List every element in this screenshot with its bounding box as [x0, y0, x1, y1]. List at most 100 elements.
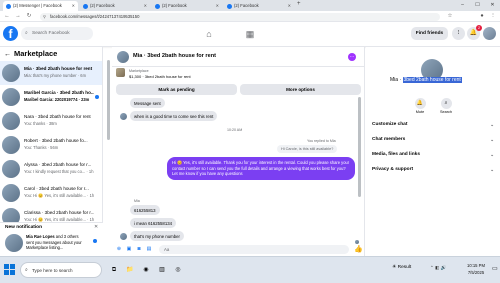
- close-icon[interactable]: ✕: [94, 224, 98, 230]
- plus-circle-icon[interactable]: ⊕: [116, 246, 122, 252]
- gif-icon[interactable]: ▤: [146, 246, 152, 252]
- notification-badge: 2: [476, 25, 482, 31]
- conversation-name: Maribel Garcia · 3bed 2bath ho...: [24, 90, 94, 95]
- close-tab-icon[interactable]: ✕: [72, 1, 75, 11]
- back-arrow-icon[interactable]: ←: [4, 51, 11, 58]
- conversation-item[interactable]: Mia · 3bed 2bath house for rent Mia: tha…: [0, 61, 102, 85]
- sender-avatar: [120, 113, 127, 120]
- sender-avatar: [5, 234, 23, 252]
- listing-thumbnail: [117, 51, 129, 63]
- conversation-item[interactable]: Nara · 3bed 2bath house for rent You: th…: [0, 109, 102, 133]
- find-friends-button[interactable]: Find friends: [411, 27, 448, 40]
- toast-message: Mia Rae Lopes and 3 others sent you mess…: [26, 234, 82, 250]
- minimize-icon[interactable]: –: [455, 0, 470, 11]
- back-arrow-icon[interactable]: ←: [3, 12, 11, 20]
- listing-thumbnail: [2, 160, 20, 178]
- mute-action[interactable]: 🔔 Mute: [408, 98, 432, 114]
- search-icon: ⌕: [440, 98, 452, 109]
- chat-title[interactable]: Mia · 3bed 2bath house for rent: [133, 53, 216, 59]
- conversation-preview: You: Hi 😊 Yes, it's still available... ·…: [24, 193, 94, 198]
- listing-source: Marketplace: [129, 69, 149, 73]
- privacy-support-section[interactable]: Privacy & support ⌄: [372, 163, 496, 177]
- conversation-name: Mia · 3bed 2bath house for rent: [24, 66, 93, 71]
- sidebar-scrollbar[interactable]: [107, 60, 110, 140]
- file-explorer-icon[interactable]: 📁: [124, 264, 136, 276]
- chat-members-section[interactable]: Chat members ⌄: [372, 133, 496, 147]
- menu-grid-icon[interactable]: ⁝: [452, 27, 465, 40]
- search-input[interactable]: ⌕ Search Facebook: [21, 27, 93, 40]
- conversation-preview: You: thanks · 38m: [24, 121, 57, 126]
- facebook-favicon-icon: [155, 3, 160, 9]
- maximize-icon[interactable]: ☐: [470, 0, 485, 11]
- listing-summary[interactable]: Marketplace $1,300 · 3bed 2bath house fo…: [112, 67, 365, 79]
- profile-icon[interactable]: ●: [478, 12, 486, 20]
- facebook-favicon-icon: [83, 3, 88, 9]
- windows-taskbar: ⌕ Type here to search ⧉ 📁 ◉ ▥ ◎ ☀ Result…: [0, 256, 500, 283]
- facebook-header: f ⌕ Search Facebook ⌂ ▦ Find friends ⁝ 🔔…: [0, 22, 500, 47]
- windows-start-icon[interactable]: [4, 264, 16, 276]
- task-view-icon[interactable]: ⧉: [108, 264, 120, 276]
- browser-tab[interactable]: (2) Facebook ✕: [80, 1, 150, 11]
- outgoing-message: Hi 😊 Yes, it's still available. Thank yo…: [167, 157, 355, 180]
- browser-tab[interactable]: (2) Facebook ✕: [152, 1, 222, 11]
- conversation-preview: You: Thanks · 56m: [24, 145, 59, 150]
- new-tab-icon[interactable]: +: [297, 1, 301, 7]
- marketplace-icon[interactable]: ▦: [241, 25, 259, 43]
- toast-title: New notification: [5, 225, 43, 230]
- sticker-icon[interactable]: ◙: [136, 246, 142, 252]
- customize-chat-section[interactable]: Customize chat ⌄: [372, 118, 496, 132]
- message-input[interactable]: Aa: [159, 245, 349, 254]
- edge-icon[interactable]: ◉: [140, 264, 152, 276]
- facebook-logo-icon[interactable]: f: [3, 26, 18, 41]
- store-icon[interactable]: ▥: [156, 264, 168, 276]
- taskbar-clock[interactable]: 10:15 PM 7/5/2025: [462, 262, 490, 276]
- weather-widget[interactable]: ☀ Result: [392, 265, 411, 270]
- conversation-item[interactable]: Carol · 3bed 2bath house for r... You: H…: [0, 181, 102, 205]
- more-options-button[interactable]: More options: [240, 84, 361, 95]
- close-tab-icon[interactable]: ✕: [216, 1, 219, 11]
- browser-tab[interactable]: (2) Facebook ✕: [224, 1, 294, 11]
- timestamp: 10:20 AM: [227, 128, 243, 132]
- account-avatar[interactable]: [483, 27, 496, 40]
- close-window-icon[interactable]: ✕: [485, 0, 500, 11]
- search-action[interactable]: ⌕ Search: [434, 98, 458, 114]
- chevron-down-icon: ⌄: [490, 122, 494, 127]
- chat-scrollbar[interactable]: [358, 97, 361, 197]
- notifications-bell-icon[interactable]: 🔔 2: [467, 25, 482, 40]
- forward-arrow-icon[interactable]: →: [14, 12, 22, 20]
- media-files-links-section[interactable]: Media, files and links ⌄: [372, 148, 496, 162]
- site-info-icon[interactable]: ⚲: [43, 13, 46, 21]
- close-tab-icon[interactable]: ✕: [144, 1, 147, 11]
- volume-icon: 🔊: [440, 265, 447, 270]
- chrome-icon[interactable]: ◎: [172, 264, 184, 276]
- chevron-down-icon: ⌄: [490, 152, 494, 157]
- notification-toast[interactable]: New notification ✕ Mia Rae Lopes and 3 o…: [0, 222, 103, 256]
- sidebar-title: ← Marketplace: [4, 49, 58, 58]
- conversation-item[interactable]: Robert · 3bed 2bath house fo... You: Tha…: [0, 133, 102, 157]
- close-tab-icon[interactable]: ✕: [288, 1, 291, 11]
- mark-as-pending-button[interactable]: Mark as pending: [116, 84, 237, 95]
- conversation-name: Carol · 3bed 2bath house for r...: [24, 186, 89, 191]
- taskbar-search-input[interactable]: ⌕ Type here to search: [20, 262, 102, 278]
- more-dots-icon[interactable]: …: [348, 53, 356, 61]
- like-thumb-icon[interactable]: 👍: [354, 245, 363, 253]
- bookmark-star-icon[interactable]: ☆: [446, 12, 454, 20]
- browser-tab[interactable]: (2) Messenger | Facebook ✕: [3, 1, 78, 11]
- listing-thumbnail: [2, 112, 20, 130]
- system-tray[interactable]: ⌃ ◧ 🔊: [430, 265, 447, 271]
- home-icon[interactable]: ⌂: [200, 25, 218, 43]
- unread-dot: [95, 95, 99, 99]
- notification-center-icon[interactable]: ▭: [492, 265, 498, 272]
- conversation-item[interactable]: Alyssa · 3bed 2bath house for r... You: …: [0, 157, 102, 181]
- message-composer: ⊕ ▣ ◙ ▤ Aa 👍: [112, 243, 365, 256]
- conversation-item[interactable]: Maribel Garcia · 3bed 2bath ho... Maribe…: [0, 85, 102, 109]
- image-icon[interactable]: ▣: [126, 246, 132, 252]
- url-field[interactable]: ⚲ facebook.com/messages/t/24247137419535…: [40, 12, 440, 21]
- listing-thumbnail: [2, 136, 20, 154]
- bell-icon: 🔔: [414, 98, 426, 109]
- browser-menu-icon[interactable]: ⋮: [489, 12, 497, 20]
- listing-thumbnail: [2, 184, 20, 202]
- info-title[interactable]: Mia · 3bed 2bath house for rent: [390, 77, 462, 83]
- facebook-favicon-icon: [6, 3, 11, 9]
- reload-icon[interactable]: ↻: [25, 12, 33, 20]
